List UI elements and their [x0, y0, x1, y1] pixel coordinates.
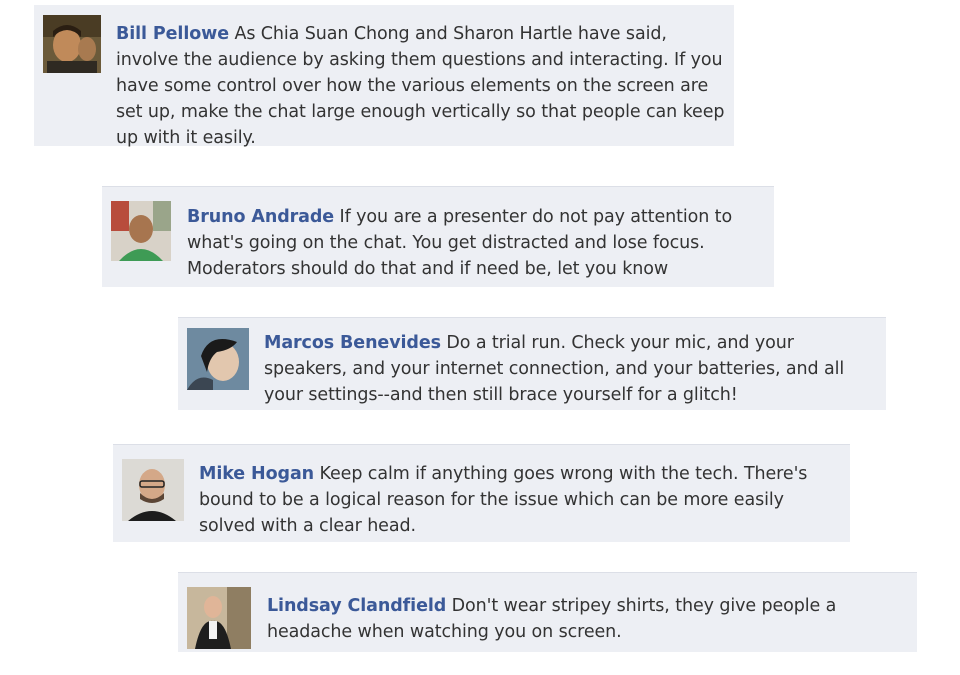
- profile-photo-icon[interactable]: [122, 459, 184, 521]
- comment-body: Mike Hogan Keep calm if anything goes wr…: [199, 461, 839, 539]
- profile-photo-icon[interactable]: [187, 328, 249, 390]
- author-name-link[interactable]: Lindsay Clandfield: [267, 596, 446, 616]
- comment-body: Bill Pellowe As Chia Suan Chong and Shar…: [116, 21, 726, 151]
- author-name-link[interactable]: Marcos Benevides: [264, 333, 441, 353]
- comment-body: Lindsay Clandfield Don't wear stripey sh…: [267, 593, 907, 645]
- author-name-link[interactable]: Bill Pellowe: [116, 24, 229, 44]
- comment-item: Bill Pellowe As Chia Suan Chong and Shar…: [34, 5, 734, 148]
- author-name-link[interactable]: Bruno Andrade: [187, 207, 334, 227]
- comment-item: Bruno Andrade If you are a presenter do …: [102, 186, 774, 287]
- profile-photo-icon[interactable]: [187, 587, 251, 649]
- comment-item: Marcos Benevides Do a trial run. Check y…: [178, 317, 886, 410]
- comment-item: Lindsay Clandfield Don't wear stripey sh…: [178, 572, 917, 652]
- comment-body: Bruno Andrade If you are a presenter do …: [187, 204, 767, 282]
- comment-item: Mike Hogan Keep calm if anything goes wr…: [113, 444, 850, 542]
- comment-body: Marcos Benevides Do a trial run. Check y…: [264, 330, 879, 408]
- author-name-link[interactable]: Mike Hogan: [199, 464, 314, 484]
- profile-photo-icon[interactable]: [43, 15, 101, 73]
- profile-photo-icon[interactable]: [111, 201, 171, 261]
